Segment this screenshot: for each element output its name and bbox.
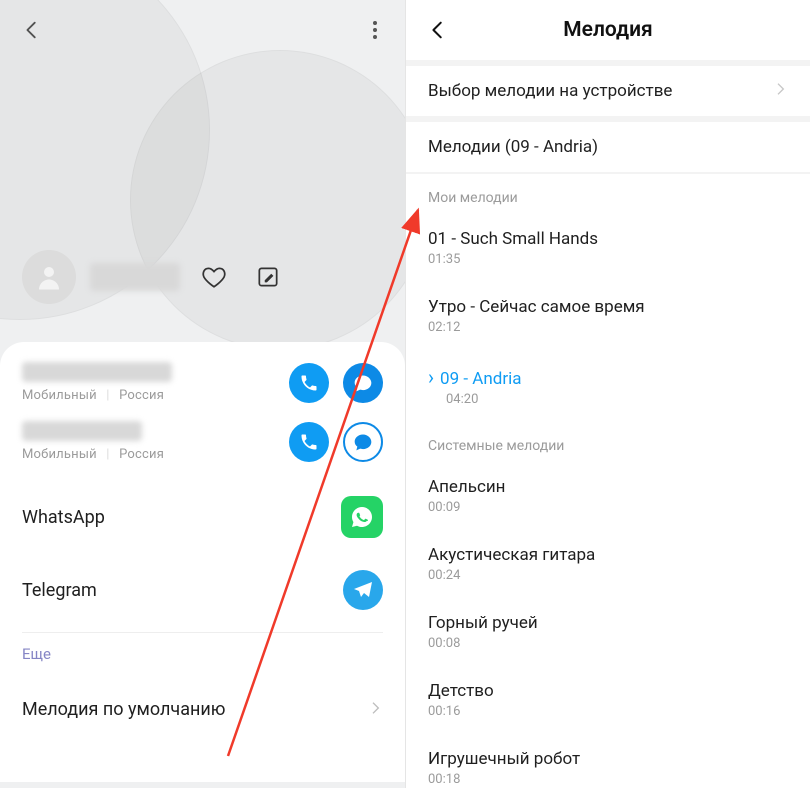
app-label: WhatsApp bbox=[22, 507, 105, 528]
ringtone-item[interactable]: Утро - Сейчас самое время 02:12 bbox=[406, 282, 810, 350]
phone-type: Мобильный bbox=[22, 388, 97, 403]
phone-region: Россия bbox=[119, 447, 164, 462]
ringtone-title: Детство bbox=[428, 681, 788, 701]
phone-region: Россия bbox=[119, 388, 164, 403]
ringtone-duration: 01:35 bbox=[428, 252, 788, 267]
ringtone-title: Утро - Сейчас самое время bbox=[428, 297, 788, 317]
telegram-icon bbox=[343, 570, 383, 610]
ringtone-duration: 02:12 bbox=[428, 320, 788, 335]
pick-from-device-row[interactable]: Выбор мелодии на устройстве bbox=[406, 66, 810, 116]
message-button[interactable] bbox=[343, 363, 383, 403]
ringtone-item[interactable]: Детство 00:16 bbox=[406, 666, 810, 734]
ringtone-title: Апельсин bbox=[428, 477, 788, 497]
default-ringtone-row[interactable]: Мелодия по умолчанию bbox=[22, 695, 383, 730]
telegram-row[interactable]: Telegram bbox=[22, 554, 383, 626]
ringtone-title: Игрушечный робот bbox=[428, 749, 788, 769]
section-header-more: Еще bbox=[22, 645, 383, 663]
call-button[interactable] bbox=[289, 363, 329, 403]
phone-entry: Мобильный | Россия bbox=[22, 421, 383, 462]
contact-name-blurred bbox=[90, 263, 180, 291]
row-label: Выбор мелодии на устройстве bbox=[428, 81, 672, 101]
chevron-right-icon bbox=[367, 700, 383, 720]
ringtone-duration: 00:18 bbox=[428, 772, 788, 787]
whatsapp-row[interactable]: WhatsApp bbox=[22, 480, 383, 554]
page-title: Мелодия bbox=[406, 18, 810, 42]
ringtone-duration: 00:08 bbox=[428, 636, 788, 651]
phone-entry: Мобильный | Россия bbox=[22, 362, 383, 403]
ringtone-item[interactable]: Горный ручей 00:08 bbox=[406, 598, 810, 666]
decorative-circle bbox=[130, 50, 405, 350]
favorite-button[interactable] bbox=[194, 257, 234, 297]
current-ringtone-row[interactable]: Мелодии (09 - Andria) bbox=[406, 122, 810, 172]
contact-card: Мобильный | Россия bbox=[0, 342, 405, 782]
contact-detail-pane: Мобильный | Россия bbox=[0, 0, 405, 788]
row-label: Мелодии (09 - Andria) bbox=[428, 137, 788, 157]
more-options-button[interactable] bbox=[363, 18, 387, 42]
app-label: Telegram bbox=[22, 580, 97, 601]
phone-number-blurred bbox=[22, 362, 172, 382]
call-button[interactable] bbox=[289, 422, 329, 462]
ringtone-picker-pane: Мелодия Выбор мелодии на устройстве Мело… bbox=[405, 0, 810, 788]
ringtone-duration: 00:16 bbox=[428, 704, 788, 719]
chevron-right-icon bbox=[772, 81, 788, 101]
ringtone-duration: 04:20 bbox=[446, 392, 788, 407]
divider bbox=[22, 632, 383, 633]
whatsapp-icon bbox=[341, 496, 383, 538]
ringtone-title: 01 - Such Small Hands bbox=[428, 229, 788, 249]
avatar bbox=[22, 250, 76, 304]
ringtone-title: Горный ручей bbox=[428, 613, 788, 633]
ringtone-duration: 00:09 bbox=[428, 500, 788, 515]
section-system-ringtones: Системные мелодии bbox=[406, 422, 810, 462]
phone-number-blurred bbox=[22, 421, 142, 441]
ringtone-title: Акустическая гитара bbox=[428, 545, 788, 565]
selected-indicator-icon: › bbox=[428, 365, 434, 389]
ringtone-title: 09 - Andria bbox=[440, 369, 521, 389]
ringtone-item[interactable]: 01 - Such Small Hands 01:35 bbox=[406, 214, 810, 282]
message-button[interactable] bbox=[343, 422, 383, 462]
ringtone-item[interactable]: Акустическая гитара 00:24 bbox=[406, 530, 810, 598]
edit-button[interactable] bbox=[248, 257, 288, 297]
section-my-ringtones: Мои мелодии bbox=[406, 174, 810, 214]
ringtone-item-selected[interactable]: › 09 - Andria 04:20 bbox=[406, 350, 810, 422]
ringtone-duration: 00:24 bbox=[428, 568, 788, 583]
phone-type: Мобильный bbox=[22, 447, 97, 462]
ringtone-item[interactable]: Апельсин 00:09 bbox=[406, 462, 810, 530]
default-ringtone-label: Мелодия по умолчанию bbox=[22, 699, 225, 720]
ringtone-item[interactable]: Игрушечный робот 00:18 bbox=[406, 734, 810, 788]
